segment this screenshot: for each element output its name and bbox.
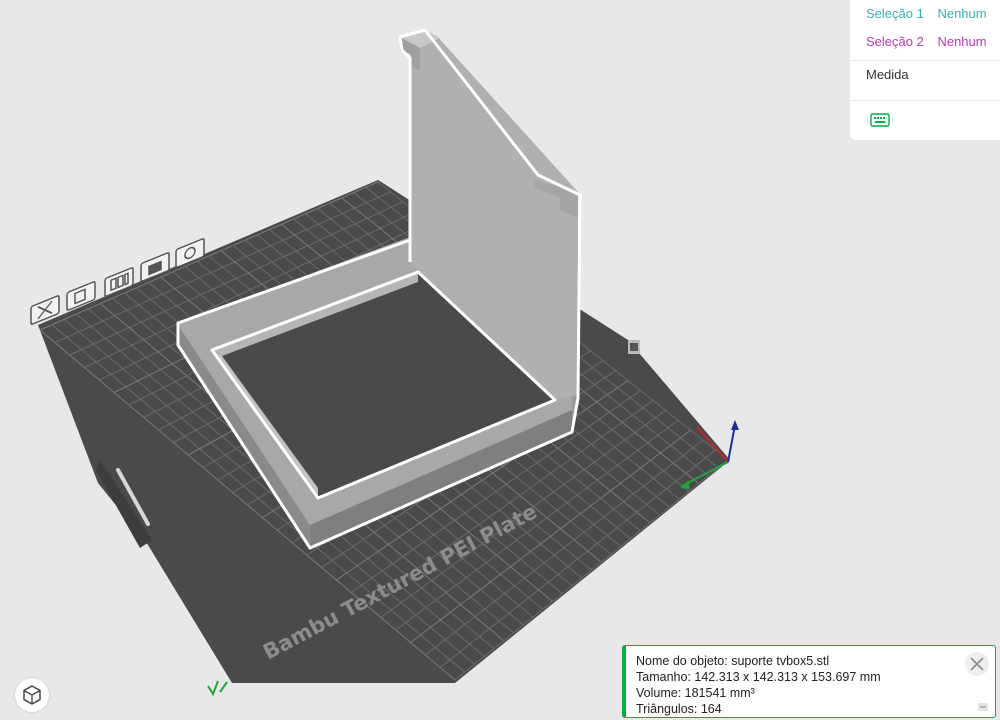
keyboard-icon[interactable] [870, 113, 890, 127]
measure-label: Medida [866, 67, 909, 82]
z-axis [727, 424, 736, 463]
plate-side-marker [628, 340, 640, 354]
cube-icon [23, 685, 41, 705]
panel-divider [850, 100, 1000, 101]
object-info-panel: Nome do objeto: suporte tvbox5.stl Taman… [622, 645, 996, 718]
selection-2-row[interactable]: Seleção 2 Nenhum [866, 33, 997, 51]
view-cube-button[interactable] [15, 678, 49, 712]
selection-2-value: Nenhum [937, 34, 987, 49]
object-name: Nome do objeto: suporte tvbox5.stl [636, 654, 830, 668]
measure-panel: Seleção 1 Nenhum Seleção 2 Nenhum Medida [850, 0, 1000, 140]
origin-mark-icon [207, 680, 228, 697]
close-icon[interactable] [965, 652, 989, 676]
collapse-icon[interactable] [978, 703, 988, 711]
object-volume: Volume: 181541 mm³ [636, 686, 755, 700]
panel-divider [850, 60, 1000, 61]
object-triangles: Triângulos: 164 [636, 702, 722, 716]
selection-1-value: Nenhum [937, 6, 987, 21]
selection-1-row[interactable]: Seleção 1 Nenhum [866, 5, 997, 23]
selection-1-label: Seleção 1 [866, 6, 924, 21]
selection-2-label: Seleção 2 [866, 34, 924, 49]
object-size: Tamanho: 142.313 x 142.313 x 153.697 mm [636, 670, 881, 684]
